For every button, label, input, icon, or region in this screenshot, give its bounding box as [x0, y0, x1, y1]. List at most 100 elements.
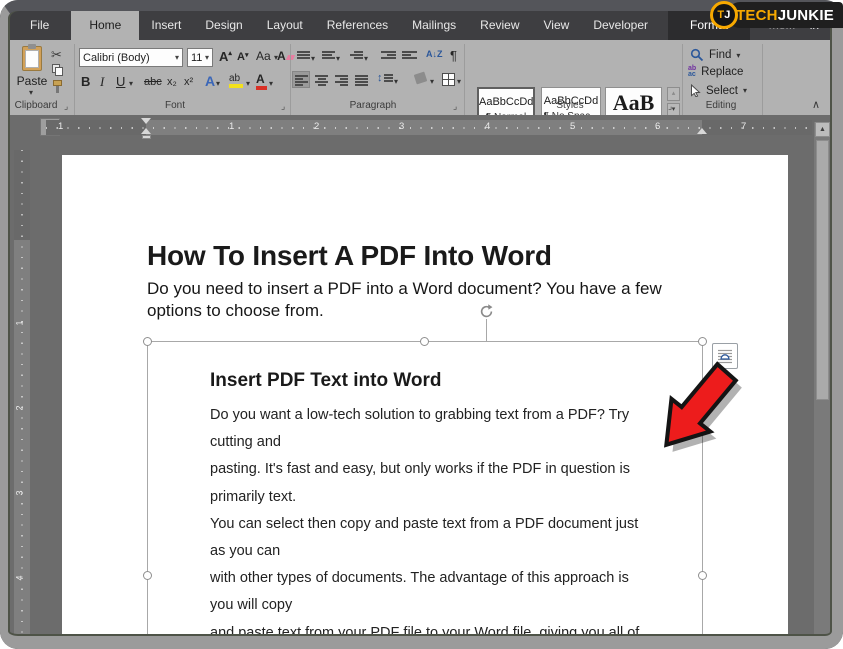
shrink-font-button[interactable]: A▾	[237, 51, 248, 63]
tab-insert[interactable]: Insert	[139, 11, 193, 40]
tab-home[interactable]: Home	[71, 11, 139, 40]
ruler-number: 6	[655, 121, 660, 132]
tab-review[interactable]: Review	[468, 11, 531, 40]
horizontal-ruler[interactable]: 1 1 2 3 4 5 6 7	[46, 120, 812, 135]
editing-group-label: Editing	[678, 100, 764, 111]
clipboard-group-label: Clipboard	[8, 100, 64, 111]
text-effects-button[interactable]: A	[205, 73, 215, 89]
font-color-dropdown-arrow[interactable]: ▾	[269, 79, 273, 88]
multilevel-list-button[interactable]	[350, 50, 363, 60]
tab-layout[interactable]: Layout	[255, 11, 315, 40]
scroll-up-button[interactable]: ▲	[815, 122, 830, 137]
paste-clipboard-icon	[22, 46, 42, 71]
hanging-indent-marker[interactable]	[141, 128, 151, 134]
align-right-button[interactable]	[335, 74, 348, 87]
first-line-indent-marker[interactable]	[141, 118, 151, 124]
font-size-combo[interactable]: 11▾	[187, 48, 213, 67]
shading-dropdown-arrow[interactable]: ▾	[430, 77, 434, 86]
replace-label: Replace	[701, 66, 743, 78]
styles-dialog-launcher[interactable]: ⌟	[668, 101, 672, 112]
line-spacing-dropdown-arrow[interactable]: ▾	[394, 77, 398, 86]
show-hide-pilcrow-button[interactable]: ¶	[450, 48, 457, 63]
clear-formatting-button[interactable]: A	[277, 49, 294, 63]
collapse-ribbon-button[interactable]: ∧	[812, 98, 820, 111]
techjunkie-badge-icon: TJ	[710, 1, 738, 29]
line-spacing-button[interactable]: ↕	[377, 72, 393, 84]
resize-handle-top-right[interactable]	[698, 337, 707, 346]
resize-handle-top-left[interactable]	[143, 337, 152, 346]
clipboard-dialog-launcher[interactable]: ⌟	[64, 101, 68, 112]
ribbon: Paste ▾ ✂ Clipboard ⌟ Calibri (Body)▾ 11…	[0, 40, 843, 115]
replace-button[interactable]: ab ac Replace	[688, 66, 743, 78]
paste-label: Paste	[14, 74, 50, 88]
left-indent-marker[interactable]	[142, 135, 151, 139]
tab-mailings[interactable]: Mailings	[400, 11, 468, 40]
scrollbar-thumb[interactable]	[816, 140, 829, 400]
tab-file[interactable]: File	[14, 11, 65, 40]
subscript-button[interactable]: x₂	[167, 76, 177, 88]
word-window: File Home Insert Design Layout Reference…	[0, 0, 843, 649]
ruler-number: 7	[741, 121, 746, 132]
styles-scroll-up-button[interactable]: ▴	[667, 87, 680, 101]
textbox-paragraph: Do you want a low-tech solution to grabb…	[210, 402, 640, 649]
resize-handle-middle-left[interactable]	[143, 571, 152, 580]
vruler-ticks	[21, 150, 23, 649]
strikethrough-button[interactable]: abc	[144, 76, 162, 88]
search-icon	[690, 48, 704, 62]
tab-design[interactable]: Design	[193, 11, 254, 40]
superscript-button[interactable]: x²	[184, 76, 193, 88]
decrease-indent-button[interactable]	[381, 50, 396, 60]
borders-button[interactable]	[442, 73, 455, 86]
borders-dropdown-arrow[interactable]: ▾	[457, 77, 461, 86]
paragraph-dialog-launcher[interactable]: ⌟	[453, 101, 457, 112]
cut-icon[interactable]: ✂	[51, 47, 62, 63]
font-color-button[interactable]: A	[256, 72, 267, 90]
intro-line: options to choose from.	[147, 300, 662, 322]
increase-indent-button[interactable]	[402, 50, 417, 60]
resize-handle-top-center[interactable]	[420, 337, 429, 346]
sort-button[interactable]: A↓Z	[426, 49, 443, 59]
find-button[interactable]: Find▾	[690, 48, 740, 62]
bullets-button[interactable]	[297, 50, 310, 60]
intro-paragraph: Do you need to insert a PDF into a Word …	[147, 278, 662, 322]
vruler-number: 1	[15, 320, 25, 325]
numbering-dropdown-arrow[interactable]: ▾	[336, 54, 340, 63]
select-button[interactable]: Select▾	[690, 84, 747, 97]
underline-button[interactable]: U	[116, 74, 125, 89]
resize-handle-middle-right[interactable]	[698, 571, 707, 580]
tab-developer[interactable]: Developer	[581, 11, 660, 40]
tab-view[interactable]: View	[532, 11, 582, 40]
highlight-button[interactable]: ab	[229, 73, 243, 88]
vertical-ruler[interactable]: 1 2 3 4	[14, 150, 30, 649]
change-case-button[interactable]: Aa ▾	[256, 49, 278, 63]
styles-group-label: Styles	[525, 100, 615, 111]
format-painter-icon[interactable]	[52, 80, 64, 93]
tab-references[interactable]: References	[315, 11, 400, 40]
select-label: Select	[706, 85, 738, 97]
paste-dropdown-arrow[interactable]: ▾	[29, 88, 33, 97]
vertical-scrollbar[interactable]: ▲	[814, 122, 831, 649]
intro-line: Do you need to insert a PDF into a Word …	[147, 278, 662, 300]
document-area: L 1 1 2 3 4 5 6 7 1 2 3 4	[0, 115, 843, 649]
document-title: How To Insert A PDF Into Word	[147, 240, 552, 272]
copy-icon[interactable]	[52, 64, 63, 76]
underline-dropdown-arrow[interactable]: ▾	[129, 79, 133, 88]
align-center-button[interactable]	[315, 74, 328, 87]
font-dialog-launcher[interactable]: ⌟	[281, 101, 285, 112]
bold-button[interactable]: B	[81, 74, 90, 89]
shading-bucket-icon[interactable]	[414, 72, 428, 85]
numbering-button[interactable]	[322, 50, 335, 60]
font-name-combo[interactable]: Calibri (Body)▾	[79, 48, 183, 67]
rotate-handle-stem	[486, 319, 487, 341]
italic-button[interactable]: I	[100, 74, 104, 90]
bullets-dropdown-arrow[interactable]: ▾	[311, 54, 315, 63]
highlight-dropdown-arrow[interactable]: ▾	[246, 79, 250, 88]
right-indent-marker[interactable]	[697, 128, 707, 134]
align-left-button[interactable]	[292, 71, 310, 88]
justify-button[interactable]	[355, 74, 368, 87]
multilevel-dropdown-arrow[interactable]: ▾	[364, 54, 368, 63]
text-effects-dropdown-arrow[interactable]: ▾	[216, 79, 220, 88]
red-arrow-annotation	[652, 355, 744, 462]
grow-font-button[interactable]: A▴	[219, 49, 232, 64]
ruler-number: 4	[485, 121, 490, 132]
